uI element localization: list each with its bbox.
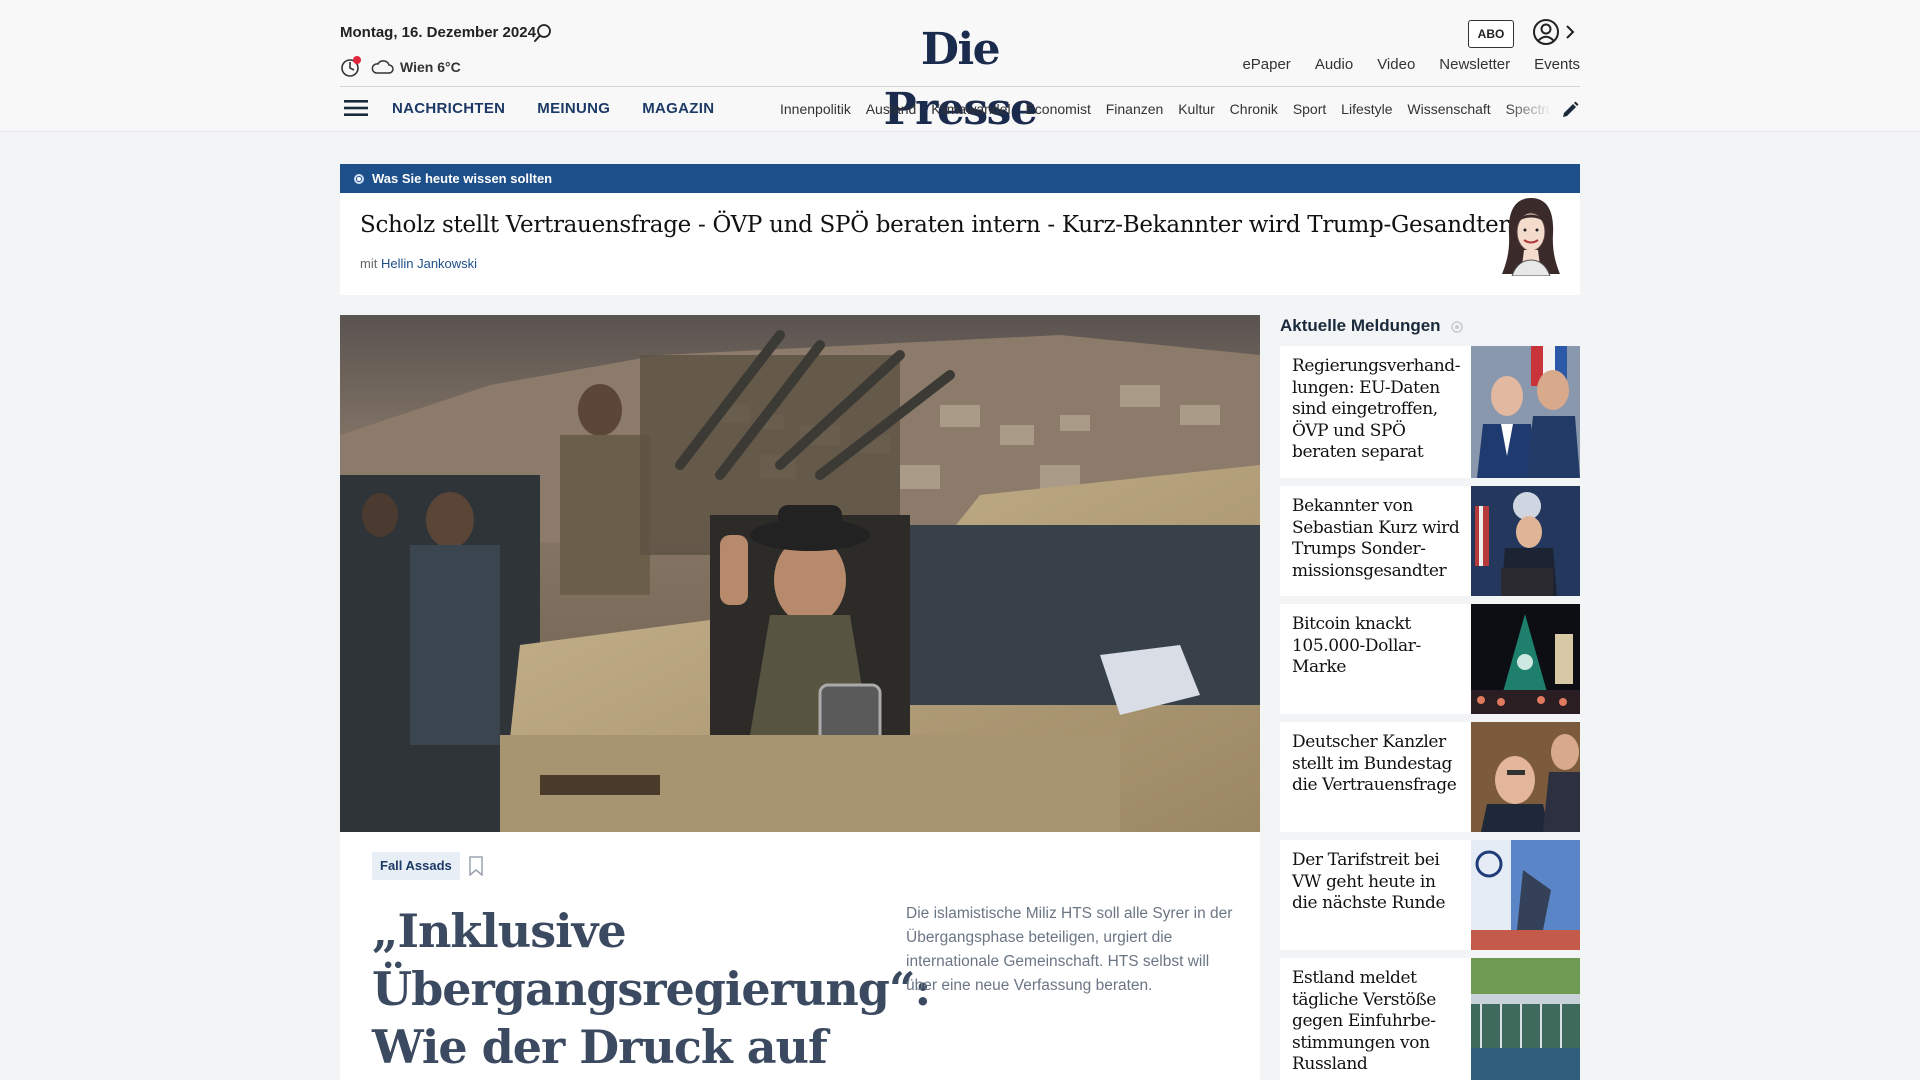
site-header: Montag, 16. Dezember 2024 Wien 6°C Die P… bbox=[0, 0, 1920, 135]
hero-article-card: Fall Assads „Inklusive Übergangsregierun… bbox=[340, 832, 1260, 1080]
section-klimawandel[interactable]: Klimawandel bbox=[931, 101, 1010, 117]
header-inner: Montag, 16. Dezember 2024 Wien 6°C Die P… bbox=[340, 0, 1580, 135]
section-kultur[interactable]: Kultur bbox=[1178, 101, 1215, 117]
current-date: Montag, 16. Dezember 2024 bbox=[340, 24, 536, 41]
news-title: Der Tarifstreit bei VW geht heute in die… bbox=[1292, 850, 1446, 913]
bookmark-icon[interactable] bbox=[468, 856, 484, 876]
news-thumbnail bbox=[1471, 958, 1580, 1080]
section-finanzen[interactable]: Finanzen bbox=[1106, 101, 1164, 117]
search-icon[interactable] bbox=[532, 22, 554, 44]
news-thumbnail bbox=[1471, 486, 1580, 596]
section-wissenschaft[interactable]: Wissenschaft bbox=[1407, 101, 1490, 117]
section-spectrum[interactable]: Spectrum bbox=[1506, 101, 1552, 117]
user-icon[interactable] bbox=[1532, 18, 1560, 46]
news-title: Bitcoin knackt 105.000-Dollar-Marke bbox=[1292, 614, 1421, 677]
briefing-label: Was Sie heute wissen sollten bbox=[372, 171, 553, 186]
weather-text: Wien 6°C bbox=[400, 59, 461, 75]
nav-audio[interactable]: Audio bbox=[1315, 56, 1353, 73]
weather-widget[interactable]: Wien 6°C bbox=[340, 56, 461, 78]
site-logo[interactable]: Die Presse bbox=[858, 20, 1062, 135]
news-title: Regierungsverhand­lungen: EU-Daten sind … bbox=[1292, 356, 1461, 462]
section-lifestyle[interactable]: Lifestyle bbox=[1341, 101, 1392, 117]
hero-headline[interactable]: „Inklusive Übergangsregierung“: Wie der … bbox=[372, 902, 931, 1080]
section-ausland[interactable]: Ausland bbox=[866, 101, 917, 117]
chevron-right-icon[interactable] bbox=[1564, 24, 1576, 40]
section-economist[interactable]: Economist bbox=[1025, 101, 1090, 117]
news-item[interactable]: Der Tarifstreit bei VW geht heute in die… bbox=[1280, 840, 1580, 950]
news-thumbnail bbox=[1471, 840, 1580, 950]
briefing-bar: Was Sie heute wissen sollten bbox=[340, 164, 1580, 193]
news-title: Deutscher Kanzler stellt im Bundestag di… bbox=[1292, 732, 1457, 795]
hero-teaser: Die islamistische Miliz HTS soll alle Sy… bbox=[906, 905, 1233, 994]
news-thumbnail bbox=[1471, 604, 1580, 714]
sidebar-header: Aktuelle Meldungen bbox=[1280, 316, 1463, 336]
news-thumbnail bbox=[1471, 346, 1580, 478]
section-sport[interactable]: Sport bbox=[1293, 101, 1326, 117]
moon-icon bbox=[340, 56, 362, 78]
section-chronik[interactable]: Chronik bbox=[1230, 101, 1278, 117]
news-item[interactable]: Bitcoin knackt 105.000-Dollar-Marke bbox=[1280, 604, 1580, 714]
briefing-title[interactable]: Scholz stellt Vertrauensfrage - ÖVP und … bbox=[360, 212, 1509, 238]
news-title: Bekannter von Sebastian Kurz wird Trumps… bbox=[1292, 496, 1460, 581]
author-prefix: mit bbox=[360, 256, 378, 271]
sidebar-title: Aktuelle Meldungen bbox=[1280, 316, 1441, 335]
live-dot bbox=[353, 56, 361, 64]
nav-events[interactable]: Events bbox=[1534, 56, 1580, 73]
nav-divider bbox=[340, 86, 1580, 87]
radio-dot-icon bbox=[354, 173, 364, 184]
news-title: Estland meldet tägliche Verstöße gegen E… bbox=[1292, 968, 1437, 1074]
author-link[interactable]: Hellin Jankowski bbox=[381, 256, 477, 271]
nav-video[interactable]: Video bbox=[1377, 56, 1415, 73]
abo-button[interactable]: ABO bbox=[1468, 20, 1514, 48]
cloud-icon bbox=[371, 60, 394, 74]
news-thumbnail bbox=[1471, 722, 1580, 832]
briefing-box[interactable]: Was Sie heute wissen sollten Scholz stel… bbox=[340, 164, 1580, 295]
news-item[interactable]: Bekannter von Sebastian Kurz wird Trumps… bbox=[1280, 486, 1580, 596]
briefing-author: mit Hellin Jankowski bbox=[360, 256, 477, 271]
nav-magazin[interactable]: MAGAZIN bbox=[642, 100, 714, 117]
hero-photo-syria bbox=[340, 315, 1260, 832]
nav-nachrichten[interactable]: NACHRICHTEN bbox=[392, 100, 505, 117]
section-nav: Innenpolitik Ausland Klimawandel Economi… bbox=[780, 101, 1552, 117]
pencil-icon[interactable] bbox=[1560, 100, 1580, 120]
hero-image[interactable] bbox=[340, 315, 1260, 832]
news-item[interactable]: Regierungsverhand­lungen: EU-Daten sind … bbox=[1280, 346, 1580, 478]
nav-epaper[interactable]: ePaper bbox=[1242, 56, 1290, 73]
service-nav: ePaper Audio Video Newsletter Events bbox=[1242, 56, 1580, 73]
menu-icon[interactable] bbox=[344, 98, 368, 118]
author-avatar bbox=[1502, 198, 1560, 276]
pulse-icon bbox=[1450, 321, 1463, 333]
main-nav: NACHRICHTEN MEINUNG MAGAZIN bbox=[392, 100, 714, 117]
news-item[interactable]: Estland meldet tägliche Verstöße gegen E… bbox=[1280, 958, 1580, 1080]
topic-tag[interactable]: Fall Assads bbox=[372, 852, 460, 880]
nav-meinung[interactable]: MEINUNG bbox=[537, 100, 610, 117]
news-item[interactable]: Deutscher Kanzler stellt im Bundestag di… bbox=[1280, 722, 1580, 832]
section-innenpolitik[interactable]: Innenpolitik bbox=[780, 101, 851, 117]
nav-newsletter[interactable]: Newsletter bbox=[1439, 56, 1510, 73]
